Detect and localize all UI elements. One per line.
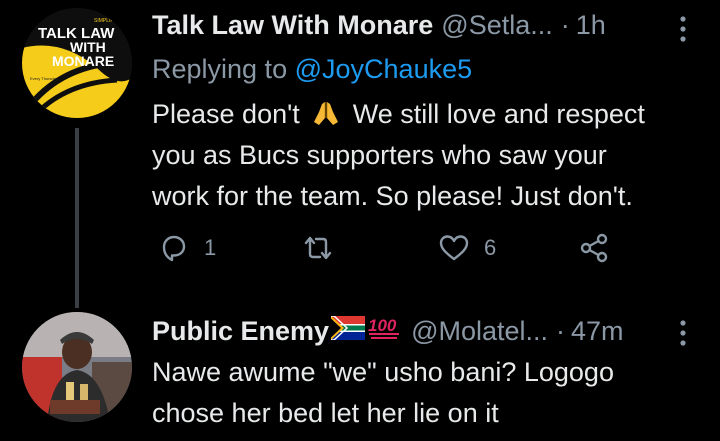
tweet[interactable]: Public Enemy 100 @Molatel... · 47m Nawe … xyxy=(0,300,720,441)
avatar[interactable] xyxy=(22,312,132,422)
thread-line xyxy=(75,128,79,308)
more-options-icon[interactable] xyxy=(678,318,688,355)
replying-to: Replying to @JoyChauke5 xyxy=(152,54,472,85)
tweet-text-line: Please don't xyxy=(152,99,300,129)
svg-text:MONARE: MONARE xyxy=(52,53,114,69)
hundred-points-icon: 100 xyxy=(367,314,403,347)
tweet-text: Nawe awume "we" usho bani? Logogo chose … xyxy=(152,352,700,434)
replying-to-label: Replying to xyxy=(152,54,288,84)
more-options-icon[interactable] xyxy=(678,14,688,51)
timestamp[interactable]: 47m xyxy=(571,316,624,347)
tweet[interactable]: SIMPLIFY TALK LAW WITH MONARE Every Thur… xyxy=(0,0,720,308)
username[interactable]: @Molatel... xyxy=(411,316,548,347)
tweet-text-line: Nawe awume "we" usho bani? Logogo xyxy=(152,357,614,387)
display-name[interactable]: Public Enemy xyxy=(152,316,329,347)
talk-law-logo-icon: SIMPLIFY TALK LAW WITH MONARE Every Thur… xyxy=(22,8,132,118)
south-africa-flag-icon xyxy=(331,315,366,347)
username[interactable]: @Setla... xyxy=(441,10,552,41)
reply-count: 1 xyxy=(204,235,217,260)
tweet-text-line: work for the team. So please! Just don't… xyxy=(152,181,633,211)
heart-icon xyxy=(439,235,469,261)
tweet-text-line: We still love and respect xyxy=(352,99,645,129)
tweet-header: Public Enemy 100 @Molatel... · 47m xyxy=(152,314,696,354)
share-button[interactable] xyxy=(578,232,610,264)
like-count: 6 xyxy=(484,235,497,260)
tweet-text-line: you as Bucs supporters who saw your xyxy=(152,140,607,170)
separator: · xyxy=(560,10,570,40)
retweet-icon xyxy=(304,236,332,260)
retweet-button[interactable] xyxy=(302,232,348,264)
share-icon xyxy=(580,233,608,263)
tweet-header: Talk Law With Monare @Setla... · 1h xyxy=(152,10,696,50)
profile-photo-icon xyxy=(22,312,132,422)
folded-hands-icon xyxy=(307,99,353,129)
timestamp[interactable]: 1h xyxy=(576,10,606,41)
svg-text:SIMPLIFY: SIMPLIFY xyxy=(94,18,117,24)
svg-text:100: 100 xyxy=(368,316,397,335)
separator: · xyxy=(556,316,566,346)
tweet-text-line: chose her bed let her lie on it xyxy=(152,398,499,428)
tweet-text: Please don't We still love and respect y… xyxy=(152,94,700,217)
tweet-actions: 1 6 xyxy=(152,232,622,268)
like-button[interactable]: 6 xyxy=(438,232,496,264)
mention-link[interactable]: @JoyChauke5 xyxy=(295,54,473,84)
reply-button[interactable]: 1 xyxy=(158,232,216,264)
avatar[interactable]: SIMPLIFY TALK LAW WITH MONARE Every Thur… xyxy=(22,8,132,118)
reply-icon xyxy=(162,235,186,262)
svg-text:Every Thursday: Every Thursday xyxy=(30,76,58,81)
display-name[interactable]: Talk Law With Monare xyxy=(152,10,433,41)
